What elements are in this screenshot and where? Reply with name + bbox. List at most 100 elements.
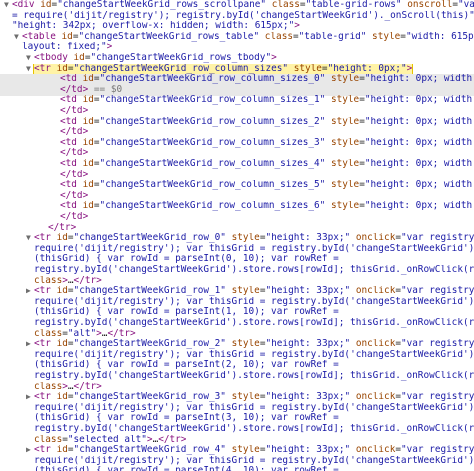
collapse-arrow-icon[interactable]: ▼: [26, 64, 34, 75]
dom-node-line[interactable]: ▶ <tr id="changeStartWeekGrid_row_4" styl…: [0, 445, 474, 456]
dom-node-line[interactable]: <td id="changeStartWeekGrid_row_column_s…: [0, 201, 474, 212]
dom-node-line[interactable]: </td>: [0, 127, 474, 138]
dom-node-line[interactable]: registry.byId('changeStartWeekGrid').sto…: [0, 265, 474, 276]
dom-node-text: <td id="changeStartWeekGrid_row_column_s…: [60, 95, 474, 106]
dom-node-text: registry.byId('changeStartWeekGrid').sto…: [34, 265, 474, 275]
dom-node-line[interactable]: (thisGrid) { var rowId = parseInt(2, 10)…: [0, 360, 474, 371]
dom-node-line[interactable]: require('dijit/registry'); var thisGrid …: [0, 456, 474, 467]
dom-node-line[interactable]: ▶ <tr id="changeStartWeekGrid_row_3" styl…: [0, 392, 474, 403]
expand-arrow-icon[interactable]: ▶: [26, 286, 34, 297]
dom-node-text: layout: fixed;">: [22, 42, 113, 53]
dom-node-text: registry.byId('changeStartWeekGrid').sto…: [34, 424, 474, 434]
expand-arrow-icon[interactable]: ▶: [26, 445, 34, 456]
dom-node-line[interactable]: ▶ <tr id="changeStartWeekGrid_row_1" styl…: [0, 286, 474, 297]
dom-node-line[interactable]: class="alt">…</tr>: [0, 329, 474, 340]
dom-node-line[interactable]: registry.byId('changeStartWeekGrid').sto…: [0, 424, 474, 435]
dom-node-line[interactable]: require('dijit/registry'); var thisGrid …: [0, 403, 474, 414]
dom-node-text: (thisGrid) { var rowId = parseInt(1, 10)…: [34, 307, 339, 318]
dom-node-line[interactable]: </td> == $0: [0, 84, 474, 96]
dom-node-text: class="alt">…</tr>: [34, 328, 136, 339]
dom-node-text: </td>: [60, 148, 89, 159]
collapse-arrow-icon[interactable]: ▼: [14, 32, 22, 43]
dom-node-line[interactable]: ▼ <div id="changeStartWeekGrid_rows_scrol…: [0, 0, 474, 11]
dom-node-line[interactable]: <td id="changeStartWeekGrid_row_column_s…: [0, 117, 474, 128]
dom-node-line[interactable]: (thisGrid) { var rowId = parseInt(1, 10)…: [0, 307, 474, 318]
dom-node-line[interactable]: </td>: [0, 170, 474, 181]
dom-node-line[interactable]: (thisGrid) { var rowId = parseInt(4, 10)…: [0, 466, 474, 471]
dom-node-text: = require('dijit/registry'); registry.by…: [12, 10, 474, 21]
dom-node-text: require('dijit/registry'); var thisGrid …: [34, 402, 474, 413]
dom-node-line[interactable]: <td id="changeStartWeekGrid_row_column_s…: [0, 138, 474, 149]
dom-node-line[interactable]: <td id="changeStartWeekGrid_row_column_s…: [0, 74, 474, 86]
dom-node-text: (thisGrid) { var rowId = parseInt(2, 10)…: [34, 360, 339, 371]
dom-node-line[interactable]: </td>: [0, 106, 474, 117]
dom-node-text: <td id="changeStartWeekGrid_row_column_s…: [60, 180, 474, 191]
dom-node-line[interactable]: "height: 342px; overflow-x: hidden; widt…: [0, 21, 474, 32]
dom-node-line[interactable]: <td id="changeStartWeekGrid_row_column_s…: [0, 159, 474, 170]
dom-node-line[interactable]: <td id="changeStartWeekGrid_row_column_s…: [0, 180, 474, 191]
dom-node-text: class>…</tr>: [34, 381, 102, 392]
dom-node-text: <td id="changeStartWeekGrid_row_column_s…: [60, 159, 474, 169]
dom-node-line[interactable]: </td>: [0, 212, 474, 223]
dom-node-line[interactable]: class="selected alt">…</tr>: [0, 435, 474, 446]
dom-node-text: <td id="changeStartWeekGrid_row_column_s…: [60, 116, 474, 127]
collapse-arrow-icon[interactable]: ▼: [26, 53, 34, 64]
dom-node-line[interactable]: registry.byId('changeStartWeekGrid').sto…: [0, 371, 474, 382]
dom-node-line[interactable]: require('dijit/registry'); var thisGrid …: [0, 350, 474, 361]
collapse-arrow-icon[interactable]: ▼: [4, 0, 12, 11]
dom-node-text: <tr id="changeStartWeekGrid_row_1" style…: [34, 286, 474, 297]
collapse-arrow-icon[interactable]: ▼: [26, 233, 34, 244]
dom-node-line[interactable]: (thisGrid) { var rowId = parseInt(3, 10)…: [0, 413, 474, 424]
dom-node-text: registry.byId('changeStartWeekGrid').sto…: [34, 318, 474, 328]
dom-node-line[interactable]: </tr>: [0, 223, 474, 234]
dom-node-line[interactable]: </td>: [0, 191, 474, 202]
dom-node-text: require('dijit/registry'); var thisGrid …: [34, 296, 474, 307]
dom-node-text: <tbody id="changeStartWeekGrid_rows_tbod…: [34, 53, 277, 63]
dom-node-line[interactable]: layout: fixed;">: [0, 42, 474, 53]
dom-node-line[interactable]: <td id="changeStartWeekGrid_row_column_s…: [0, 95, 474, 106]
expand-arrow-icon[interactable]: ▶: [26, 392, 34, 403]
dom-node-line[interactable]: class>…</tr>: [0, 382, 474, 393]
dom-node-line[interactable]: class>…</tr>: [0, 276, 474, 287]
dom-node-text: (thisGrid) { var rowId = parseInt(4, 10)…: [34, 466, 339, 471]
dom-node-line[interactable]: ▼ <tr id="changeStartWeekGrid_row_column_…: [0, 63, 474, 75]
expand-arrow-icon[interactable]: ▶: [26, 339, 34, 350]
dom-node-text: <td id="changeStartWeekGrid_row_column_s…: [60, 137, 474, 148]
dom-node-line[interactable]: registry.byId('changeStartWeekGrid').sto…: [0, 318, 474, 329]
dom-node-line[interactable]: require('dijit/registry'); var thisGrid …: [0, 244, 474, 255]
dom-node-text: </td> == $0: [60, 84, 123, 95]
dom-node-line[interactable]: ▼ <tr id="changeStartWeekGrid_row_0" styl…: [0, 233, 474, 244]
dom-node-text: </td>: [60, 212, 89, 222]
dom-node-line[interactable]: ▼ <tbody id="changeStartWeekGrid_rows_tbo…: [0, 53, 474, 64]
dom-node-text: </td>: [60, 106, 89, 116]
dom-node-line[interactable]: = require('dijit/registry'); registry.by…: [0, 11, 474, 22]
dom-node-text: class>…</tr>: [34, 275, 102, 286]
dom-node-line[interactable]: ▼ <table id="changeStartWeekGrid_rows_tab…: [0, 32, 474, 43]
dom-node-line[interactable]: ▶ <tr id="changeStartWeekGrid_row_2" styl…: [0, 339, 474, 350]
dom-node-line[interactable]: (thisGrid) { var rowId = parseInt(0, 10)…: [0, 254, 474, 265]
dom-node-line[interactable]: require('dijit/registry'); var thisGrid …: [0, 297, 474, 308]
dom-node-text: </td>: [60, 190, 89, 201]
dom-node-text: <div id="changeStartWeekGrid_rows_scroll…: [12, 0, 474, 10]
dom-node-line[interactable]: </td>: [0, 148, 474, 159]
